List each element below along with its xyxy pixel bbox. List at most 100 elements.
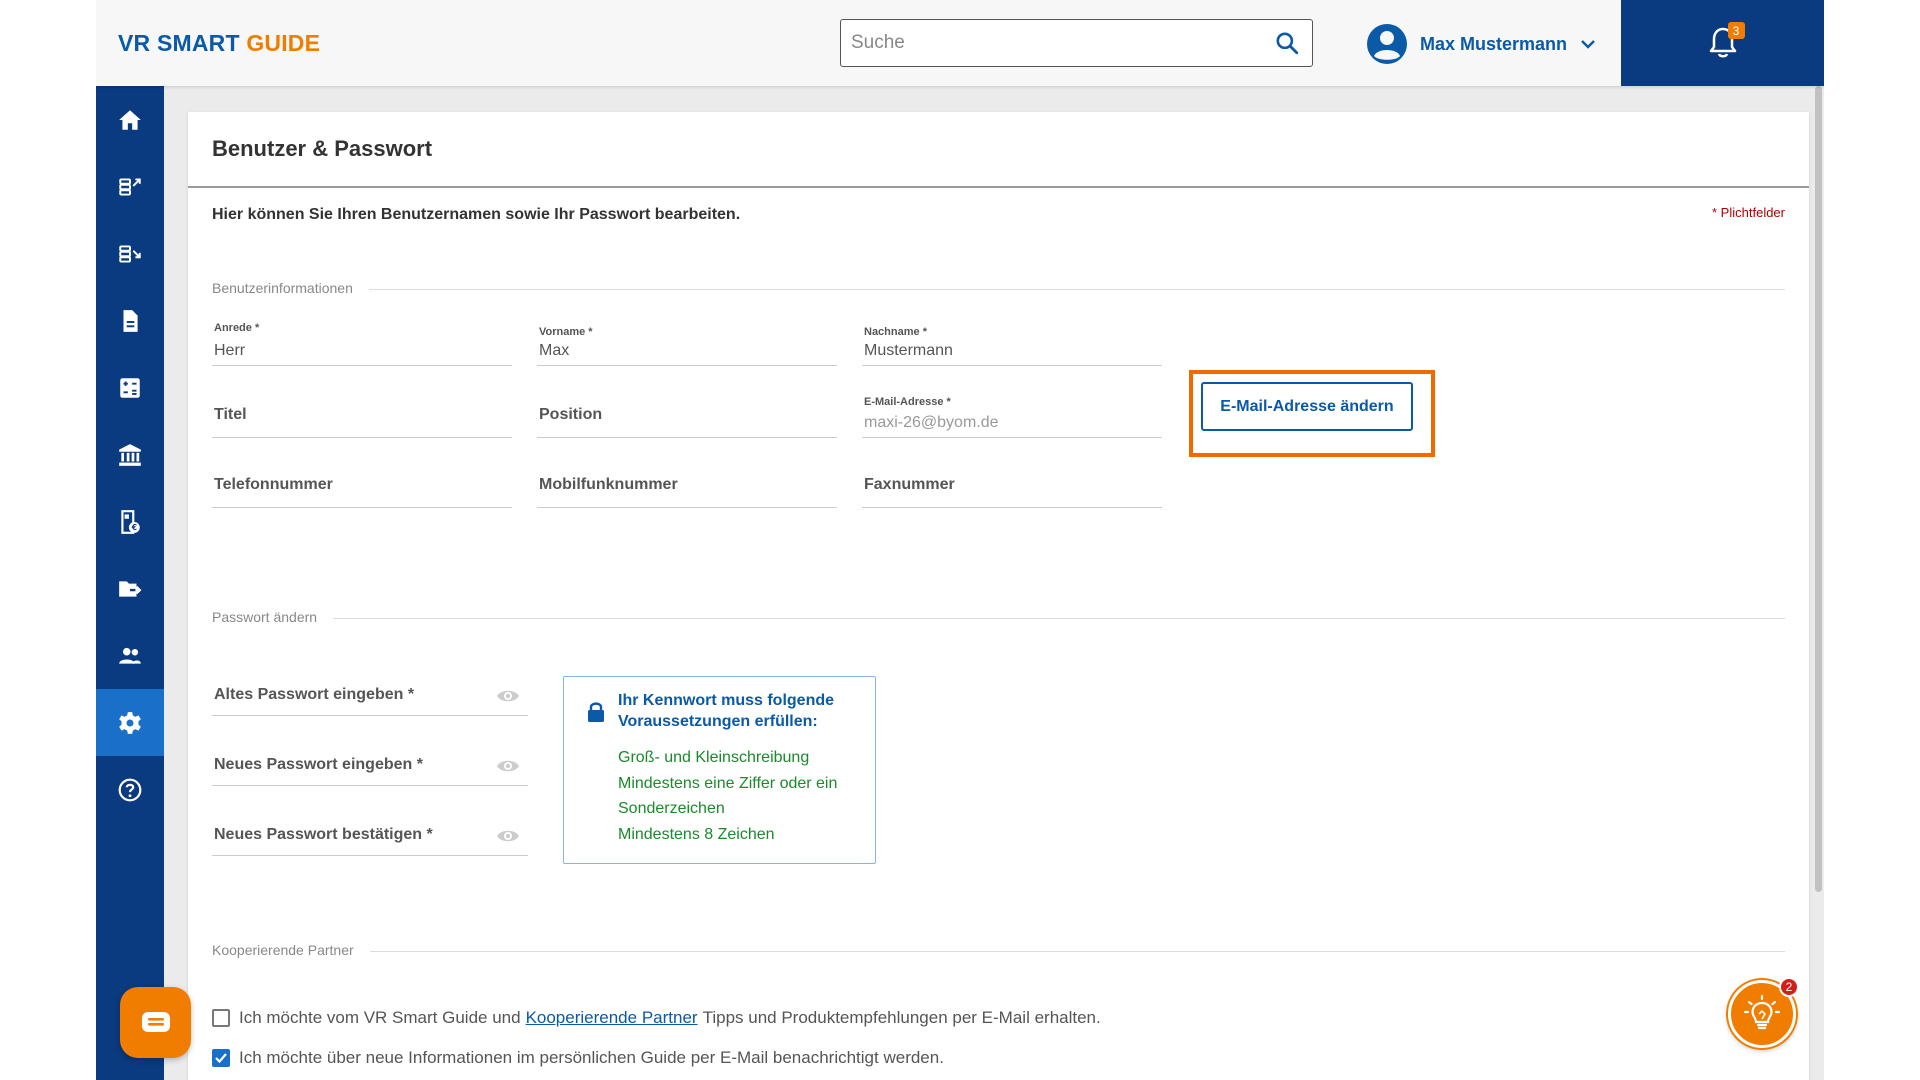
last-name-value: Mustermann [864, 342, 953, 359]
salutation-label: Anrede * [214, 322, 260, 334]
logo-text-guide: GUIDE [246, 30, 321, 56]
change-email-button[interactable]: E-Mail-Adresse ändern [1201, 382, 1413, 431]
top-header: VR SMART GUIDE Max Mustermann [96, 0, 1824, 86]
app-logo[interactable]: VR SMART GUIDE [118, 30, 320, 57]
email-field: E-Mail-Adresse * maxi-26@byom.de [862, 396, 1162, 438]
notifications-area: 3 [1621, 0, 1824, 86]
title-field[interactable]: Titel [212, 394, 512, 438]
user-name: Max Mustermann [1420, 33, 1568, 54]
search-box [840, 19, 1313, 67]
bank-icon [119, 443, 141, 466]
mobile-field-label: Mobilfunknummer [539, 476, 678, 493]
phone-field[interactable]: Telefonnummer [212, 464, 512, 508]
last-name-field[interactable]: Nachname * Mustermann [862, 326, 1162, 366]
position-field-label: Position [539, 406, 603, 423]
confirm-password-label: Neues Passwort bestätigen * [214, 826, 433, 843]
page-title: Benutzer & Passwort [212, 136, 433, 161]
partner-tips-text-end: Tipps und Produktempfehlungen per E-Mail… [702, 1008, 1101, 1027]
phone-field-label: Telefonnummer [214, 476, 333, 493]
confirm-password-field[interactable]: Neues Passwort bestätigen * [212, 816, 528, 856]
requirement-length: Mindestens 8 Zeichen [618, 826, 775, 843]
old-password-field[interactable]: Altes Passwort eingeben * [212, 676, 528, 716]
partner-tips-consent: Ich möchte vom VR Smart Guide und Kooper… [212, 1008, 1101, 1028]
sidebar-item-folder-share[interactable] [96, 555, 164, 622]
requirement-digit: Mindestens eine Ziffer oder ein Sonderze… [618, 775, 838, 817]
sidebar-item-settings[interactable] [96, 689, 164, 756]
settings-icon [119, 711, 141, 734]
mobile-field[interactable]: Mobilfunknummer [537, 464, 837, 508]
guide-info-consent: Ich möchte über neue Informationen im pe… [212, 1048, 944, 1068]
eye-icon[interactable] [496, 686, 520, 706]
new-password-field[interactable]: Neues Passwort eingeben * [212, 746, 528, 786]
title-field-label: Titel [214, 406, 247, 423]
tips-button[interactable]: 2 [1728, 977, 1799, 1048]
users-icon [119, 647, 141, 664]
checkmark-icon [215, 1053, 227, 1064]
search-input[interactable] [841, 20, 1261, 66]
section-password: Passwort ändern [212, 609, 1785, 629]
section-partners-label: Kooperierende Partner [212, 942, 370, 958]
transfer-out-icon [119, 177, 141, 196]
old-password-label: Altes Passwort eingeben * [214, 686, 415, 703]
guide-info-text: Ich möchte über neue Informationen im pe… [239, 1048, 944, 1067]
required-fields-note: * Plichtfelder [1712, 205, 1785, 220]
guide-info-checkbox[interactable] [212, 1049, 230, 1067]
sidebar-item-documents[interactable] [96, 287, 164, 354]
home-icon [119, 109, 141, 130]
section-partners: Kooperierende Partner [212, 942, 1785, 962]
logo-text-vr-smart: VR SMART [118, 30, 240, 56]
sidebar-item-users[interactable] [96, 622, 164, 689]
fax-field-label: Faxnummer [864, 476, 955, 493]
salutation-value: Herr [214, 342, 246, 359]
document-icon [123, 309, 138, 332]
partner-tips-checkbox[interactable] [212, 1009, 230, 1027]
eye-icon[interactable] [496, 826, 520, 846]
requirements-title: Ihr Kennwort muss folgende Voraussetzung… [618, 692, 835, 730]
app-window: VR SMART GUIDE Max Mustermann [96, 0, 1824, 1080]
last-name-label: Nachname * [864, 326, 927, 338]
sidebar-item-help[interactable] [96, 756, 164, 823]
eye-icon[interactable] [496, 756, 520, 776]
section-user-info-label: Benutzerinformationen [212, 280, 369, 296]
sidebar-item-transfer-out[interactable] [96, 153, 164, 220]
contract-icon: € [121, 509, 140, 534]
new-password-label: Neues Passwort eingeben * [214, 756, 423, 773]
partners-link[interactable]: Kooperierende Partner [526, 1008, 698, 1028]
folder-share-icon [119, 580, 142, 597]
notification-count-badge: 3 [1727, 22, 1745, 39]
page-scrollbar[interactable] [1812, 86, 1824, 1080]
first-name-value: Max [539, 342, 570, 359]
requirement-case: Groß- und Kleinschreibung [618, 749, 810, 766]
user-menu[interactable]: Max Mustermann [1366, 22, 1597, 66]
sidebar-item-transfer-in[interactable] [96, 220, 164, 287]
transfer-in-icon [119, 244, 141, 263]
sidebar-item-home[interactable] [96, 86, 164, 153]
lightbulb-icon [1743, 994, 1781, 1030]
email-label: E-Mail-Adresse * [864, 396, 951, 408]
chat-button[interactable] [120, 987, 191, 1058]
intro-text: Hier können Sie Ihren Benutzernamen sowi… [212, 206, 741, 223]
svg-text:€: € [131, 523, 137, 532]
title-divider [188, 186, 1809, 188]
first-name-field[interactable]: Vorname * Max [537, 326, 837, 366]
notifications-button[interactable]: 3 [1708, 22, 1745, 60]
search-icon[interactable] [1274, 30, 1300, 56]
first-name-label: Vorname * [539, 326, 593, 338]
calculator-icon [120, 377, 140, 398]
position-field[interactable]: Position [537, 394, 837, 438]
sidebar-item-bank[interactable] [96, 421, 164, 488]
help-icon [118, 778, 142, 801]
section-password-label: Passwort ändern [212, 609, 334, 625]
email-value: maxi-26@byom.de [864, 414, 999, 431]
sidebar-item-calculator[interactable] [96, 354, 164, 421]
settings-card: Benutzer & Passwort Hier können Sie Ihre… [188, 112, 1809, 1080]
sidebar-item-contracts[interactable]: € [96, 488, 164, 555]
password-requirements-box: Ihr Kennwort muss folgende Voraussetzung… [563, 676, 876, 864]
salutation-field[interactable]: Anrede * Herr [212, 322, 512, 366]
section-user-info: Benutzerinformationen [212, 280, 1785, 300]
chevron-down-icon [1581, 40, 1595, 49]
scrollbar-thumb[interactable] [1815, 86, 1822, 892]
lock-icon [588, 702, 604, 722]
partner-tips-text-start: Ich möchte vom VR Smart Guide und [239, 1008, 521, 1027]
fax-field[interactable]: Faxnummer [862, 464, 1162, 508]
